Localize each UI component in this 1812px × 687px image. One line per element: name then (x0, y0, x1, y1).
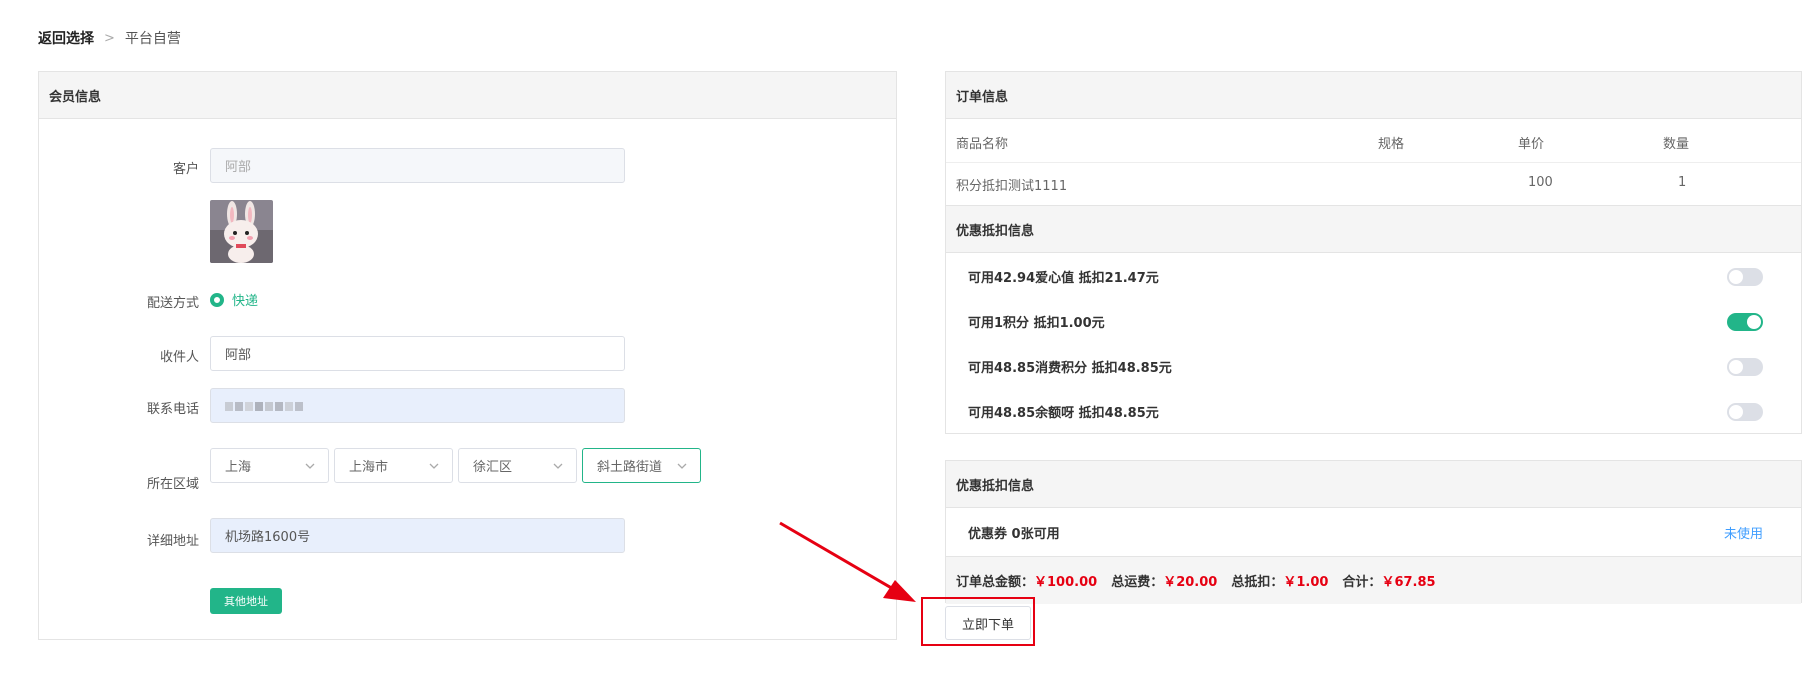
recipient-label: 收件人 (159, 350, 199, 365)
chevron-down-icon (553, 463, 563, 469)
other-address-button[interactable]: 其他地址 (210, 588, 282, 614)
discount-title: 优惠抵扣信息 (946, 205, 1801, 253)
radio-selected-icon (210, 292, 224, 307)
recipient-field[interactable]: 阿部 (210, 336, 625, 371)
discount-item-love: 可用42.94爱心值 抵扣21.47元 (968, 271, 1159, 286)
discount-item-balance: 可用48.85余额呀 抵扣48.85元 (968, 406, 1159, 421)
member-info-title: 会员信息 (39, 72, 896, 119)
chevron-right-icon: > (104, 30, 115, 46)
delivery-label: 配送方式 (146, 296, 199, 311)
discount-toggle-consume-points[interactable] (1727, 358, 1763, 376)
delivery-option-label: 快递 (232, 294, 259, 309)
street-value: 斜土路街道 (597, 460, 663, 475)
discount-item-consume-points: 可用48.85消费积分 抵扣48.85元 (968, 361, 1172, 376)
product-name: 积分抵扣测试1111 (956, 179, 1068, 194)
discount-toggle-love[interactable] (1727, 268, 1763, 286)
order-summary: 订单总金额： ￥100.00 总运费： ￥20.00 总抵扣： ￥1.00 合计… (946, 556, 1801, 604)
back-link[interactable]: 返回选择 (38, 28, 94, 48)
deduct-value: ￥1.00 (1283, 575, 1329, 590)
table-row: 积分抵扣测试1111 100 1 (946, 163, 1801, 205)
coupon-unused-link[interactable]: 未使用 (1724, 523, 1763, 542)
member-info-panel: 会员信息 客户 阿部 配送方式 快递 收件人 阿部 联系电话 所在区域 上海 上… (38, 71, 897, 640)
phone-field[interactable] (210, 388, 625, 423)
shipping-label: 总运费： (1111, 575, 1164, 590)
province-select[interactable]: 上海 (210, 448, 329, 483)
discount-toggle-balance[interactable] (1727, 403, 1763, 421)
coupon-row: 优惠券 0张可用 未使用 (946, 508, 1801, 556)
breadcrumb-current: 平台自营 (124, 31, 181, 47)
order-table-header: 商品名称 规格 单价 数量 (946, 119, 1801, 163)
total-value: ￥100.00 (1034, 575, 1098, 590)
sum-label: 合计： (1342, 575, 1382, 590)
total-label: 订单总金额： (956, 575, 1035, 590)
order-info-panel: 订单信息 商品名称 规格 单价 数量 积分抵扣测试1111 100 1 优惠抵扣… (945, 71, 1802, 434)
highlight-box (921, 597, 1035, 646)
district-value: 徐汇区 (473, 460, 513, 475)
discount-toggle-points[interactable] (1727, 313, 1763, 331)
order-info-title: 订单信息 (946, 72, 1801, 119)
chevron-down-icon (677, 463, 687, 469)
phone-label: 联系电话 (146, 402, 199, 417)
coupon-title: 优惠抵扣信息 (946, 461, 1801, 508)
shipping-value: ￥20.00 (1163, 575, 1218, 590)
coupon-panel: 优惠抵扣信息 优惠券 0张可用 未使用 订单总金额： ￥100.00 总运费： … (945, 460, 1802, 604)
province-value: 上海 (225, 460, 252, 475)
col-spec: 规格 (1378, 137, 1405, 152)
city-value: 上海市 (349, 460, 389, 475)
address-field[interactable]: 机场路1600号 (210, 518, 625, 553)
street-select[interactable]: 斜土路街道 (582, 448, 701, 483)
product-price: 100 (1528, 175, 1553, 190)
delivery-option-express[interactable]: 快递 (210, 290, 258, 309)
coupon-text: 优惠券 0张可用 (968, 527, 1060, 542)
col-price: 单价 (1518, 137, 1545, 152)
col-product-name: 商品名称 (956, 137, 1009, 152)
product-qty: 1 (1678, 175, 1687, 190)
col-qty: 数量 (1663, 137, 1690, 152)
chevron-down-icon (429, 463, 439, 469)
address-label: 详细地址 (146, 534, 199, 549)
region-label: 所在区域 (146, 477, 199, 492)
district-select[interactable]: 徐汇区 (458, 448, 577, 483)
city-select[interactable]: 上海市 (334, 448, 453, 483)
customer-avatar (210, 200, 273, 263)
phone-redacted (225, 401, 303, 411)
sum-value: ￥67.85 (1381, 575, 1436, 590)
customer-field[interactable]: 阿部 (210, 148, 625, 183)
discount-item-points: 可用1积分 抵扣1.00元 (968, 316, 1105, 331)
chevron-down-icon (305, 463, 315, 469)
breadcrumb: 返回选择 > 平台自营 (38, 28, 181, 48)
customer-label: 客户 (172, 162, 199, 177)
deduct-label: 总抵扣： (1231, 575, 1284, 590)
